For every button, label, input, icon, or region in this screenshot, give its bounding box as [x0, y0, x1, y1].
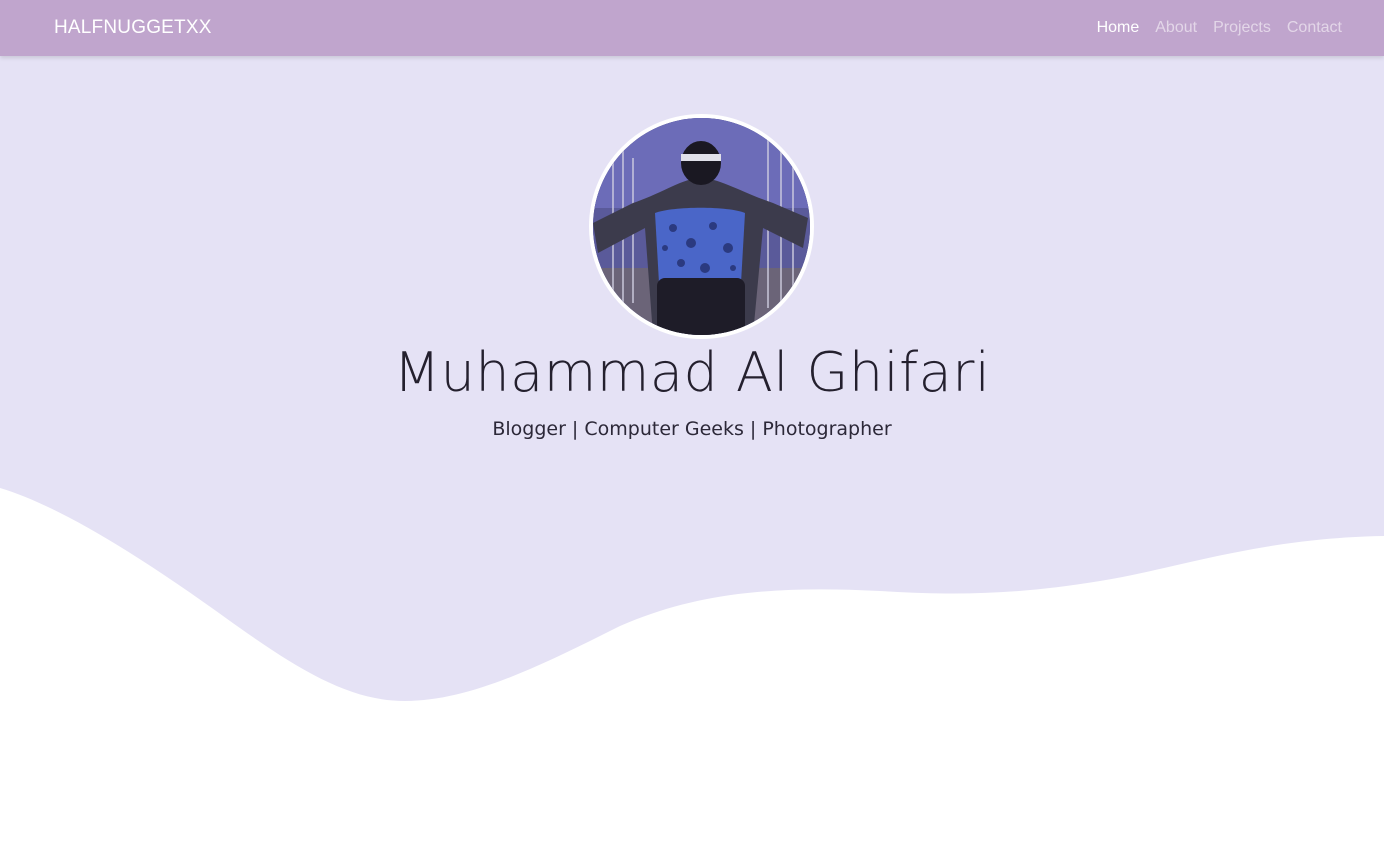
brand-link[interactable]: HALFNUGGETXX	[54, 17, 212, 39]
hero-tagline: Blogger | Computer Geeks | Photographer	[492, 418, 892, 440]
profile-photo-icon	[593, 118, 810, 335]
nav-link-home[interactable]: Home	[1097, 19, 1140, 37]
nav-link-projects[interactable]: Projects	[1213, 19, 1271, 37]
profile-photo-avatar	[589, 114, 814, 339]
nav-links: Home About Projects Contact	[1097, 19, 1342, 37]
navbar: HALFNUGGETXX Home About Projects Contact	[0, 0, 1384, 56]
nav-link-about[interactable]: About	[1155, 19, 1197, 37]
nav-link-contact[interactable]: Contact	[1287, 19, 1342, 37]
hero-name: Muhammad Al Ghifari	[393, 341, 991, 404]
